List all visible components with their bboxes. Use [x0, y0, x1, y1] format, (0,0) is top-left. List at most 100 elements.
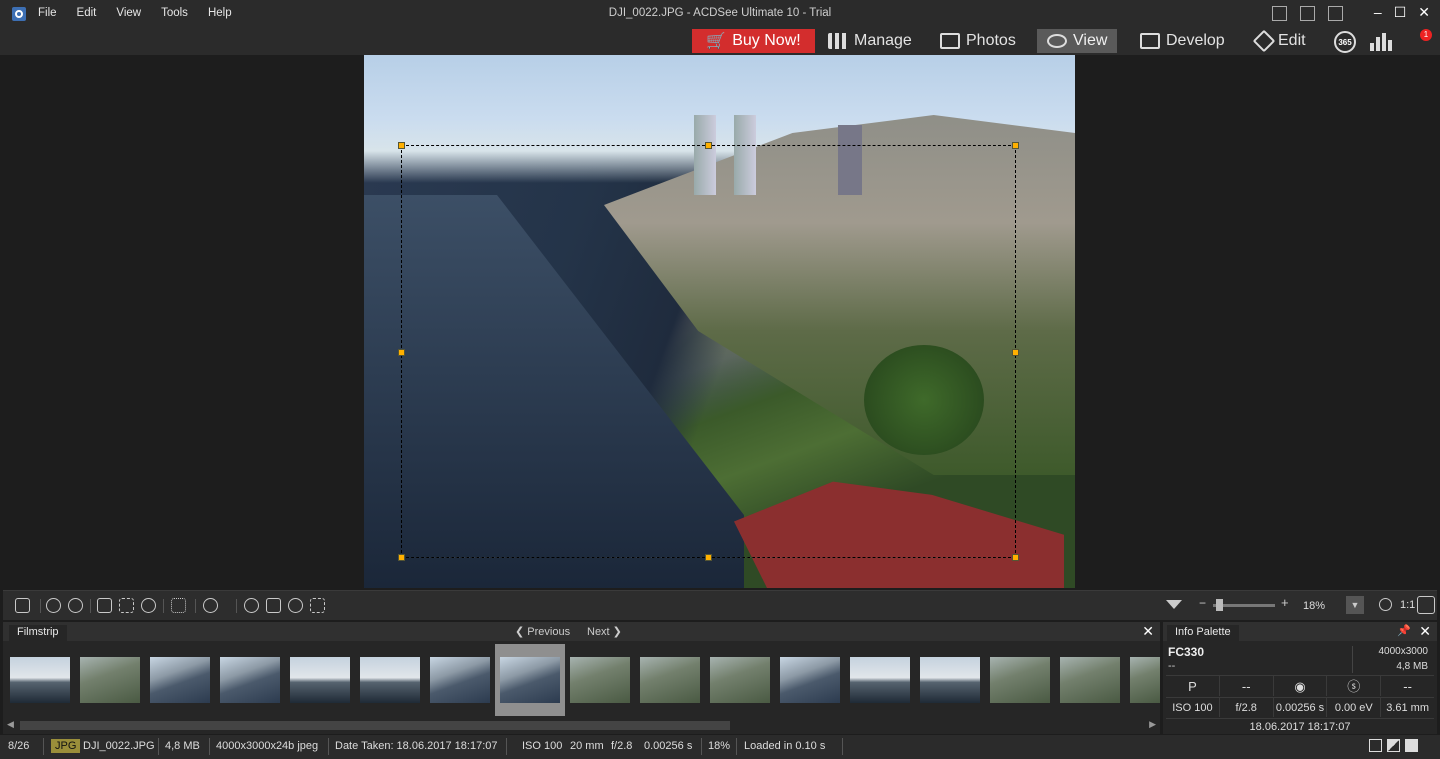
edit-icon [1252, 29, 1276, 53]
aperture-value: f/2.8 [1220, 698, 1274, 717]
file-type-badge: JPG [51, 739, 81, 753]
notifications-icon[interactable]: 1 [1406, 29, 1432, 51]
status-iso: ISO 100 [522, 740, 563, 752]
zoom-tool-icon[interactable] [141, 598, 156, 613]
selection-handle[interactable] [1012, 142, 1019, 149]
maximize-button[interactable]: ☐ [1394, 4, 1407, 21]
ratio-label[interactable]: 1:1 [1400, 599, 1415, 611]
tag-check-icon[interactable] [1405, 739, 1418, 752]
close-icon[interactable]: ✕ [1419, 623, 1431, 640]
close-icon[interactable]: ✕ [1142, 623, 1154, 640]
selection-handle[interactable] [1012, 349, 1019, 356]
zoom-value[interactable]: 18% [1299, 598, 1347, 614]
selection-handle[interactable] [398, 554, 405, 561]
play-icon[interactable] [244, 598, 259, 613]
thumbnail-selected[interactable] [495, 644, 565, 716]
thumbnail[interactable] [1060, 657, 1120, 703]
zoom-out-icon[interactable]: − [1199, 596, 1206, 610]
left-pane-toggle-icon[interactable] [1272, 6, 1287, 21]
buy-now-button[interactable]: 🛒 Buy Now! [692, 29, 815, 53]
thumbnail[interactable] [80, 657, 140, 703]
scroll-left-icon[interactable]: ◀ [7, 719, 14, 730]
compare-view-icon[interactable] [1387, 739, 1400, 752]
thumbnail[interactable] [920, 657, 980, 703]
thumbnail[interactable] [710, 657, 770, 703]
filmstrip-title[interactable]: Filmstrip [9, 625, 67, 641]
fit-screen-icon[interactable] [171, 598, 186, 613]
tab-edit[interactable]: Edit [1252, 29, 1306, 53]
filmstrip-scrollbar[interactable]: ◀ ▶ [3, 719, 1160, 731]
tab-photos[interactable]: Photos [940, 29, 1016, 53]
status-focal: 20 mm [570, 740, 604, 752]
image-viewer[interactable] [3, 55, 1437, 589]
title-bar: File Edit View Tools Help DJI_0022.JPG -… [0, 0, 1440, 28]
clock-icon[interactable] [288, 598, 303, 613]
previous-button[interactable]: ❮ Previous [515, 625, 570, 638]
normal-view-icon[interactable] [1369, 739, 1382, 752]
rotate-left-icon[interactable] [46, 598, 61, 613]
info-palette-title[interactable]: Info Palette [1167, 625, 1239, 641]
thumbnail[interactable] [290, 657, 350, 703]
pin-icon[interactable]: 📌 [1397, 624, 1411, 637]
rotate-right-icon[interactable] [68, 598, 83, 613]
thumbnail[interactable] [640, 657, 700, 703]
next-button[interactable]: Next ❯ [587, 625, 622, 638]
tab-view[interactable]: View [1037, 29, 1118, 53]
info-palette: Info Palette 📌 ✕ FC330 -- 4000x3000 4,8 … [1163, 622, 1437, 734]
scroll-right-icon[interactable]: ▶ [1149, 719, 1156, 730]
thumbnail[interactable] [570, 657, 630, 703]
zoom-in-icon[interactable]: + [1281, 595, 1289, 610]
status-size: 4,8 MB [165, 740, 200, 752]
thumbnail[interactable] [150, 657, 210, 703]
thumbnail-image [500, 657, 560, 703]
thumbnail[interactable] [1130, 657, 1160, 703]
selection-handle[interactable] [398, 142, 405, 149]
thumbnail[interactable] [220, 657, 280, 703]
actual-size-icon[interactable] [1379, 598, 1392, 611]
histogram-toggle-icon[interactable] [1166, 600, 1182, 609]
zoom-slider-thumb[interactable] [1216, 599, 1223, 611]
separator [328, 738, 329, 755]
separator [158, 738, 159, 755]
thumbnail[interactable] [780, 657, 840, 703]
status-date-taken: Date Taken: 18.06.2017 18:17:07 [335, 740, 498, 752]
selection-handle[interactable] [398, 349, 405, 356]
thumbnail[interactable] [430, 657, 490, 703]
zoom-dropdown[interactable]: ▼ [1346, 596, 1364, 614]
settings-icon[interactable] [203, 598, 218, 613]
next-label: Next [587, 626, 610, 638]
tab-manage[interactable]: Manage [828, 29, 912, 53]
thumbnail[interactable] [360, 657, 420, 703]
thumbnail[interactable] [850, 657, 910, 703]
selection-box[interactable] [398, 142, 1019, 561]
thumbnail[interactable] [10, 657, 70, 703]
exposure-icons-row: P -- ◉ ⓢ -- [1166, 675, 1434, 696]
dashboard-icon[interactable] [1370, 31, 1392, 51]
thumbnail[interactable] [990, 657, 1050, 703]
selection-handle[interactable] [705, 142, 712, 149]
minimize-button[interactable]: – [1374, 4, 1382, 21]
focus-icon[interactable] [310, 598, 325, 613]
tab-develop-label: Develop [1166, 32, 1225, 49]
save-icon[interactable] [15, 598, 30, 613]
hand-tool-icon[interactable] [97, 598, 112, 613]
image-dimensions: 4000x3000 [1378, 646, 1429, 657]
zoom-slider[interactable]: − + [1199, 595, 1291, 611]
close-button[interactable]: ✕ [1418, 4, 1430, 21]
select-tool-icon[interactable] [119, 598, 134, 613]
tab-develop[interactable]: Develop [1140, 29, 1225, 53]
right-pane-toggle-icon[interactable] [1328, 6, 1343, 21]
grid-icon [828, 33, 848, 49]
selection-handle[interactable] [1012, 554, 1019, 561]
filmstrip-panel: Filmstrip ❮ Previous Next ❯ ✕ ◀ ▶ [3, 622, 1160, 734]
bottom-pane-toggle-icon[interactable] [1300, 6, 1315, 21]
tab-edit-label: Edit [1278, 32, 1306, 49]
selection-handle[interactable] [705, 554, 712, 561]
acdsee-365-icon[interactable]: 365 [1334, 31, 1356, 53]
separator [842, 738, 843, 755]
status-icons [1369, 739, 1418, 752]
adjust-icon[interactable] [266, 598, 281, 613]
fullscreen-icon[interactable] [1417, 596, 1435, 614]
program-mode-icon: P [1166, 676, 1220, 696]
scrollbar-thumb[interactable] [20, 721, 730, 730]
